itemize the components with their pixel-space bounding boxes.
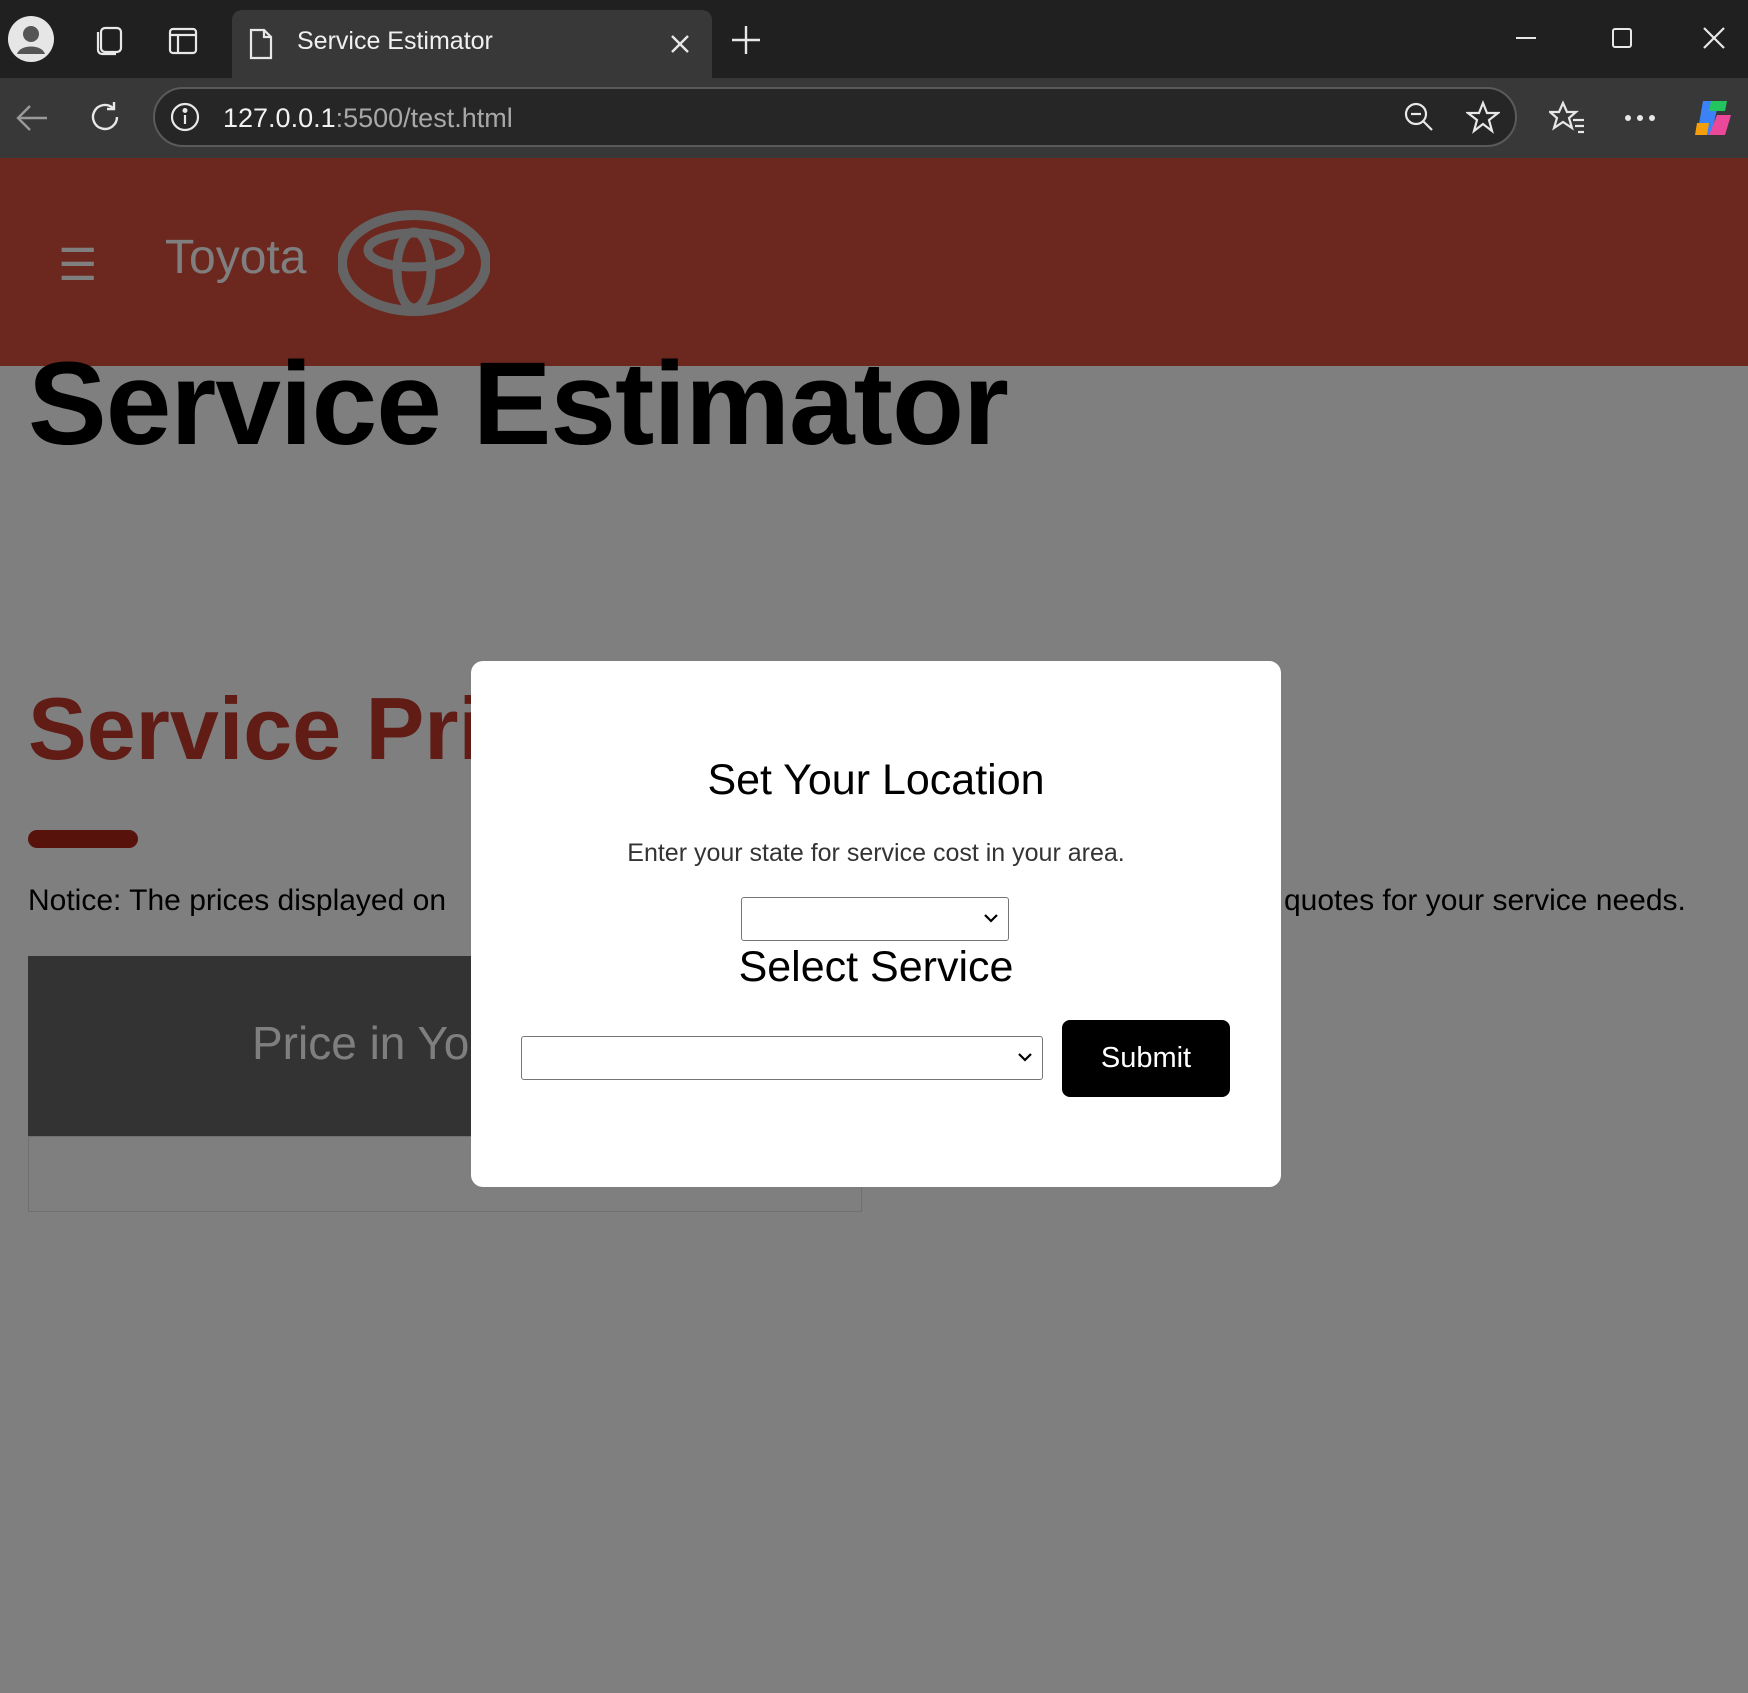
tab-title: Service Estimator bbox=[297, 27, 493, 55]
chevron-down-icon bbox=[1016, 1048, 1034, 1071]
more-icon[interactable] bbox=[1622, 100, 1658, 136]
copilot-icon[interactable] bbox=[1690, 94, 1738, 142]
minimize-icon[interactable] bbox=[1514, 22, 1538, 54]
favorite-star-icon[interactable] bbox=[1465, 99, 1501, 135]
vertical-tabs-icon[interactable] bbox=[166, 24, 200, 58]
profile-icon[interactable] bbox=[8, 16, 54, 62]
workspaces-icon[interactable] bbox=[92, 22, 128, 58]
site-info-icon[interactable] bbox=[167, 99, 203, 135]
location-modal: Set Your Location Enter your state for s… bbox=[471, 661, 1281, 1187]
favorites-icon[interactable] bbox=[1548, 98, 1586, 136]
modal-title: Set Your Location bbox=[707, 756, 1045, 804]
state-select[interactable] bbox=[741, 897, 1009, 941]
chevron-down-icon bbox=[982, 909, 1000, 932]
maximize-icon[interactable] bbox=[1608, 24, 1636, 52]
close-tab-icon[interactable] bbox=[666, 30, 694, 58]
url-text: 127.0.0.1:5500/test.html bbox=[223, 103, 513, 134]
refresh-icon[interactable] bbox=[86, 98, 124, 136]
url-path: :5500/test.html bbox=[335, 103, 513, 133]
new-tab-icon[interactable] bbox=[728, 22, 764, 58]
active-tab[interactable]: Service Estimator bbox=[232, 10, 712, 78]
submit-button[interactable]: Submit bbox=[1062, 1020, 1230, 1097]
url-host: 127.0.0.1 bbox=[223, 103, 336, 133]
address-bar[interactable]: 127.0.0.1:5500/test.html bbox=[153, 87, 1517, 147]
back-icon[interactable] bbox=[14, 100, 50, 136]
modal-description: Enter your state for service cost in you… bbox=[627, 839, 1125, 867]
close-window-icon[interactable] bbox=[1700, 24, 1728, 52]
zoom-out-icon[interactable] bbox=[1401, 99, 1437, 135]
page-icon bbox=[246, 26, 276, 62]
service-title: Select Service bbox=[738, 943, 1014, 991]
service-select[interactable] bbox=[521, 1036, 1043, 1080]
browser-tab-bar: Service Estimator bbox=[0, 0, 1748, 78]
